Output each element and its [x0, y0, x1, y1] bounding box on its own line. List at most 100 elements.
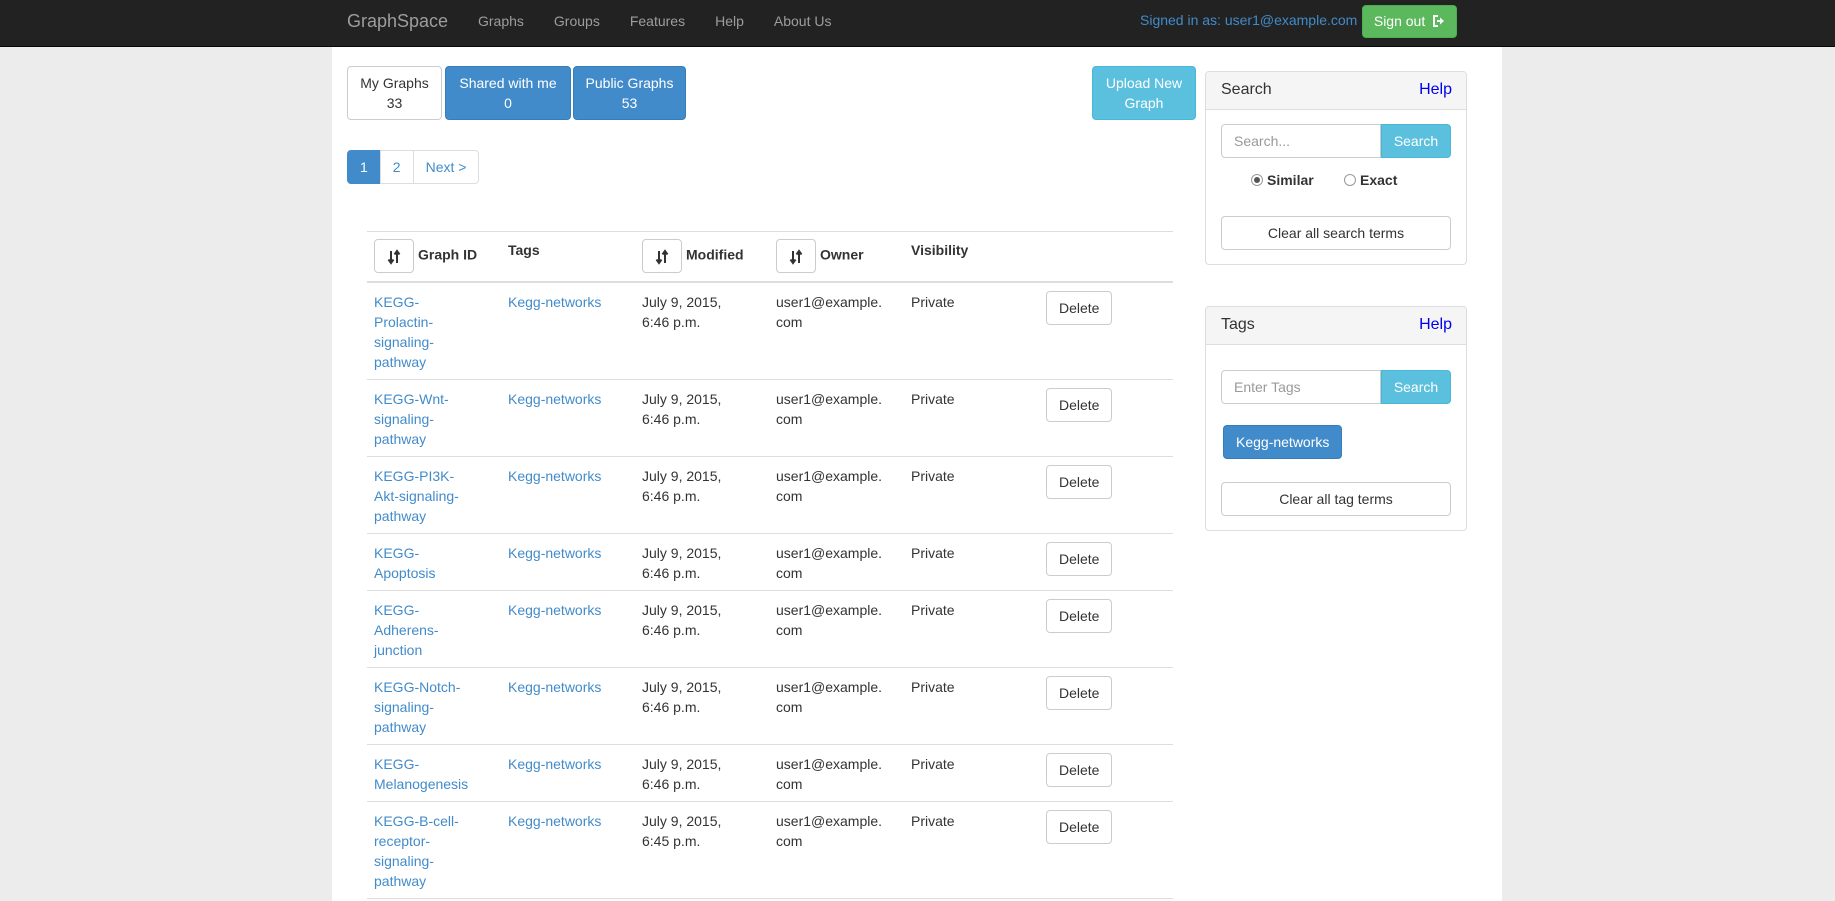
sign-out-label: Sign out [1373, 13, 1426, 29]
tab-my-graphs[interactable]: My Graphs 33 [347, 66, 442, 120]
delete-button[interactable]: Delete [1046, 291, 1113, 325]
nav-features[interactable]: Features [615, 0, 700, 47]
visibility: Private [911, 602, 955, 618]
modified-date: July 9, 2015, 6:46 p.m. [642, 756, 722, 792]
search-button[interactable]: Search [1381, 124, 1451, 158]
page-1[interactable]: 1 [347, 150, 381, 184]
visibility: Private [911, 468, 955, 484]
tags-search-button[interactable]: Search [1381, 370, 1451, 404]
visibility: Private [911, 545, 955, 561]
graph-id-link[interactable]: KEGG-Adherens-junction [374, 600, 444, 660]
visibility: Private [911, 813, 955, 829]
tag-chip-kegg-networks[interactable]: Kegg-networks [1223, 425, 1343, 459]
tab-public-label: Public Graphs [585, 75, 674, 91]
signed-in-text[interactable]: Signed in as: user1@example.com [1140, 12, 1357, 28]
graph-id-link[interactable]: KEGG-Wnt-signaling-pathway [374, 389, 454, 449]
search-panel-title: Search [1221, 81, 1272, 98]
tags-help-link[interactable]: Help [1419, 316, 1452, 334]
owner-email: user1@example.com [776, 679, 883, 715]
modified-date: July 9, 2015, 6:46 p.m. [642, 468, 722, 504]
tags-input[interactable]: Enter Tags [1221, 370, 1381, 404]
delete-button[interactable]: Delete [1046, 810, 1113, 844]
tags-panel-heading: Tags Help [1206, 307, 1466, 345]
modified-date: July 9, 2015, 6:46 p.m. [642, 391, 722, 427]
tab-my-graphs-label: My Graphs [360, 75, 429, 91]
owner-email: user1@example.com [776, 468, 883, 504]
search-help-link[interactable]: Help [1419, 81, 1452, 99]
table-row: KEGG-Melanogenesis Kegg-networks July 9,… [367, 745, 1173, 802]
radio-similar[interactable]: Similar [1251, 172, 1314, 188]
radio-exact-label: Exact [1360, 172, 1398, 188]
tag-link[interactable]: Kegg-networks [508, 811, 601, 831]
tag-link[interactable]: Kegg-networks [508, 677, 601, 697]
nav-graphs[interactable]: Graphs [463, 0, 539, 47]
owner-email: user1@example.com [776, 756, 883, 792]
delete-button[interactable]: Delete [1046, 599, 1113, 633]
delete-button[interactable]: Delete [1046, 676, 1113, 710]
modified-date: July 9, 2015, 6:45 p.m. [642, 813, 722, 849]
delete-button[interactable]: Delete [1046, 388, 1113, 422]
radio-exact[interactable]: Exact [1344, 172, 1397, 188]
owner-email: user1@example.com [776, 813, 883, 849]
search-panel-heading: Search Help [1206, 72, 1466, 110]
tags-panel-title: Tags [1221, 316, 1255, 333]
upload-line-2: Graph [1124, 95, 1164, 111]
delete-button[interactable]: Delete [1046, 753, 1113, 787]
sort-icon [789, 249, 803, 266]
owner-email: user1@example.com [776, 391, 883, 427]
nav-about-us[interactable]: About Us [759, 0, 847, 47]
radio-similar-dot[interactable] [1251, 174, 1263, 186]
delete-button[interactable]: Delete [1046, 465, 1113, 499]
modified-date: July 9, 2015, 6:46 p.m. [642, 679, 722, 715]
graphs-table: Graph ID Tags Modified Owner Visibility … [367, 231, 1173, 899]
graph-id-link[interactable]: KEGG-Notch-signaling-pathway [374, 677, 469, 737]
graph-id-link[interactable]: KEGG-Apoptosis [374, 543, 444, 583]
nav-help[interactable]: Help [700, 0, 759, 47]
tag-link[interactable]: Kegg-networks [508, 292, 601, 312]
tag-link[interactable]: Kegg-networks [508, 600, 601, 620]
visibility: Private [911, 756, 955, 772]
sort-graph-id-button[interactable] [374, 239, 414, 273]
tab-shared-with-me[interactable]: Shared with me 0 [445, 66, 571, 120]
tag-link[interactable]: Kegg-networks [508, 754, 601, 774]
clear-search-terms-button[interactable]: Clear all search terms [1221, 216, 1451, 250]
table-row: KEGG-PI3K-Akt-signaling-pathway Kegg-net… [367, 457, 1173, 534]
graph-id-link[interactable]: KEGG-PI3K-Akt-signaling-pathway [374, 466, 469, 526]
sign-out-button[interactable]: Sign out [1362, 5, 1457, 38]
page-2[interactable]: 2 [379, 150, 414, 184]
owner-email: user1@example.com [776, 545, 883, 581]
modified-date: July 9, 2015, 6:46 p.m. [642, 602, 722, 638]
upload-new-graph-button[interactable]: Upload New Graph [1092, 66, 1196, 120]
search-input[interactable]: Search... [1221, 124, 1381, 158]
table-row: KEGG-Wnt-signaling-pathway Kegg-networks… [367, 380, 1173, 457]
tab-public-graphs[interactable]: Public Graphs 53 [573, 66, 686, 120]
modified-date: July 9, 2015, 6:46 p.m. [642, 545, 722, 581]
brand-logo[interactable]: GraphSpace [347, 11, 448, 32]
sign-out-icon [1431, 8, 1445, 39]
tags-panel: Tags Help Enter Tags Search Kegg-network… [1205, 306, 1467, 531]
radio-exact-dot[interactable] [1344, 174, 1356, 186]
tag-link[interactable]: Kegg-networks [508, 466, 601, 486]
nav-groups[interactable]: Groups [539, 0, 615, 47]
radio-similar-label: Similar [1267, 172, 1314, 188]
graph-id-link[interactable]: KEGG-Melanogenesis [374, 754, 484, 794]
tab-public-count: 53 [621, 95, 638, 111]
page-next[interactable]: Next > [412, 150, 480, 184]
table-row: KEGG-Prolactin-signaling-pathway Kegg-ne… [367, 283, 1173, 380]
graph-id-link[interactable]: KEGG-B-cell-receptor-signaling-pathway [374, 811, 469, 891]
owner-email: user1@example.com [776, 602, 883, 638]
tab-my-graphs-count: 33 [386, 95, 403, 111]
tag-link[interactable]: Kegg-networks [508, 543, 601, 563]
visibility: Private [911, 679, 955, 695]
header-modified: Modified [642, 239, 744, 289]
search-input-group: Search... Search [1221, 124, 1451, 158]
clear-tag-terms-button[interactable]: Clear all tag terms [1221, 482, 1451, 516]
sort-modified-button[interactable] [642, 239, 682, 273]
sort-icon [387, 249, 401, 266]
header-modified-label: Modified [686, 246, 744, 263]
graph-id-link[interactable]: KEGG-Prolactin-signaling-pathway [374, 292, 444, 372]
owner-email: user1@example.com [776, 294, 883, 330]
delete-button[interactable]: Delete [1046, 542, 1113, 576]
sort-owner-button[interactable] [776, 239, 816, 273]
tag-link[interactable]: Kegg-networks [508, 389, 601, 409]
